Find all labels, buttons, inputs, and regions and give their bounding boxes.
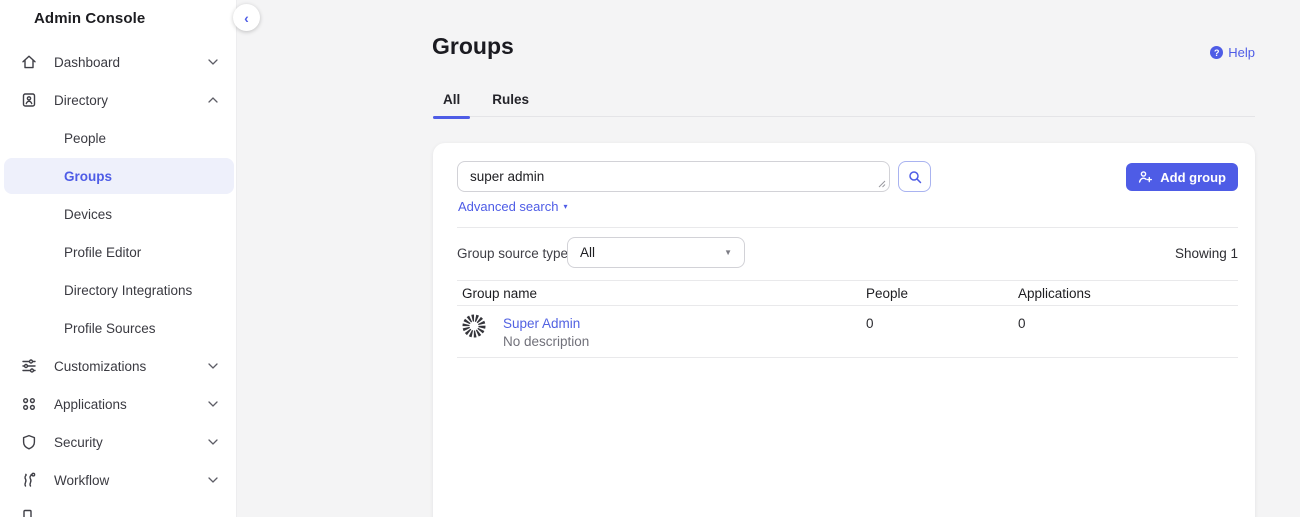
tab-bar: All Rules [433, 90, 1255, 117]
table-row: Super Admin No description 0 0 [457, 306, 1238, 358]
sliders-icon [20, 357, 38, 375]
search-input[interactable]: super admin [457, 161, 890, 192]
help-link[interactable]: ? Help [1210, 45, 1255, 60]
tab-rules[interactable]: Rules [482, 90, 539, 117]
caret-down-icon: ▾ [563, 203, 567, 211]
sidebar-item-label: Directory Integrations [64, 283, 218, 298]
chevron-down-icon [208, 439, 218, 445]
advanced-search-label: Advanced search [458, 199, 558, 214]
showing-count: Showing 1 [1175, 246, 1238, 261]
sidebar-item-label: Profile Sources [64, 321, 218, 336]
chevron-down-icon [208, 477, 218, 483]
chevron-up-icon [208, 97, 218, 103]
tab-all[interactable]: All [433, 90, 470, 117]
sidebar-item-people[interactable]: People [0, 119, 236, 157]
table-header: Group name People Applications [457, 280, 1238, 306]
sidebar-item-directory[interactable]: Directory [0, 81, 236, 119]
sidebar-item-label: People [64, 131, 218, 146]
chevron-down-icon [208, 363, 218, 369]
group-name-cell: Super Admin No description [457, 306, 866, 357]
applications-count: 0 [1018, 316, 1238, 357]
sidebar-nav: Dashboard Directory People Groups Device… [0, 43, 236, 499]
sidebar-item-label: Devices [64, 207, 218, 222]
column-group-name: Group name [457, 286, 866, 301]
sidebar-item-label: Workflow [54, 473, 200, 488]
sidebar-item-dashboard[interactable]: Dashboard [0, 43, 236, 81]
divider [457, 227, 1238, 228]
group-source-type-select[interactable]: All ▼ [567, 237, 745, 268]
chevron-left-icon: ‹ [244, 11, 249, 25]
add-person-icon [1138, 170, 1153, 184]
sidebar-item-label: Groups [64, 169, 218, 184]
sidebar-item-label: Security [54, 435, 200, 450]
sidebar-item-directory-integrations[interactable]: Directory Integrations [0, 271, 236, 309]
search-button[interactable] [898, 161, 931, 192]
sidebar-item-applications[interactable]: Applications [0, 385, 236, 423]
add-group-button[interactable]: Add group [1126, 163, 1238, 191]
sidebar-item-label: Applications [54, 397, 200, 412]
id-badge-icon [20, 91, 38, 109]
people-count: 0 [866, 316, 1018, 357]
sidebar-item-workflow[interactable]: Workflow [0, 461, 236, 499]
group-source-type-label: Group source type [457, 246, 568, 261]
page-title: Groups [432, 33, 514, 60]
add-group-label: Add group [1160, 170, 1226, 185]
caret-down-icon: ▼ [724, 249, 732, 257]
help-label: Help [1228, 45, 1255, 60]
sidebar-item-label: Profile Editor [64, 245, 218, 260]
column-applications: Applications [1018, 286, 1238, 301]
sidebar-item-profile-editor[interactable]: Profile Editor [0, 233, 236, 271]
sidebar-item-label: Customizations [54, 359, 200, 374]
sidebar-item-security[interactable]: Security [0, 423, 236, 461]
search-box: super admin [457, 161, 890, 192]
select-value: All [580, 245, 595, 260]
group-description: No description [503, 332, 589, 351]
sidebar: Admin Console Dashboard Directory People… [0, 0, 237, 517]
home-icon [20, 53, 38, 71]
sidebar-collapse-button[interactable]: ‹ [233, 4, 260, 31]
sidebar-item-devices[interactable]: Devices [0, 195, 236, 233]
column-people: People [866, 286, 1018, 301]
sidebar-item-profile-sources[interactable]: Profile Sources [0, 309, 236, 347]
shield-icon [20, 433, 38, 451]
resize-grip-icon[interactable] [877, 179, 886, 188]
group-gear-icon [461, 313, 487, 339]
sidebar-item-label: Directory [54, 93, 200, 108]
sidebar-item-customizations[interactable]: Customizations [0, 347, 236, 385]
group-link[interactable]: Super Admin [503, 315, 589, 332]
chevron-down-icon [208, 59, 218, 65]
chevron-down-icon [208, 401, 218, 407]
apps-grid-icon [20, 395, 38, 413]
help-icon: ? [1210, 46, 1223, 59]
app-title: Admin Console [34, 10, 145, 27]
advanced-search-link[interactable]: Advanced search ▾ [458, 199, 567, 214]
workflow-icon [20, 471, 38, 489]
search-icon [907, 169, 923, 185]
sidebar-item-groups[interactable]: Groups [0, 157, 236, 195]
groups-card: super admin Add group Advanced search ▾ … [433, 143, 1255, 517]
sidebar-item-label: Dashboard [54, 55, 200, 70]
sidebar-item-partial-icon[interactable] [20, 509, 38, 517]
